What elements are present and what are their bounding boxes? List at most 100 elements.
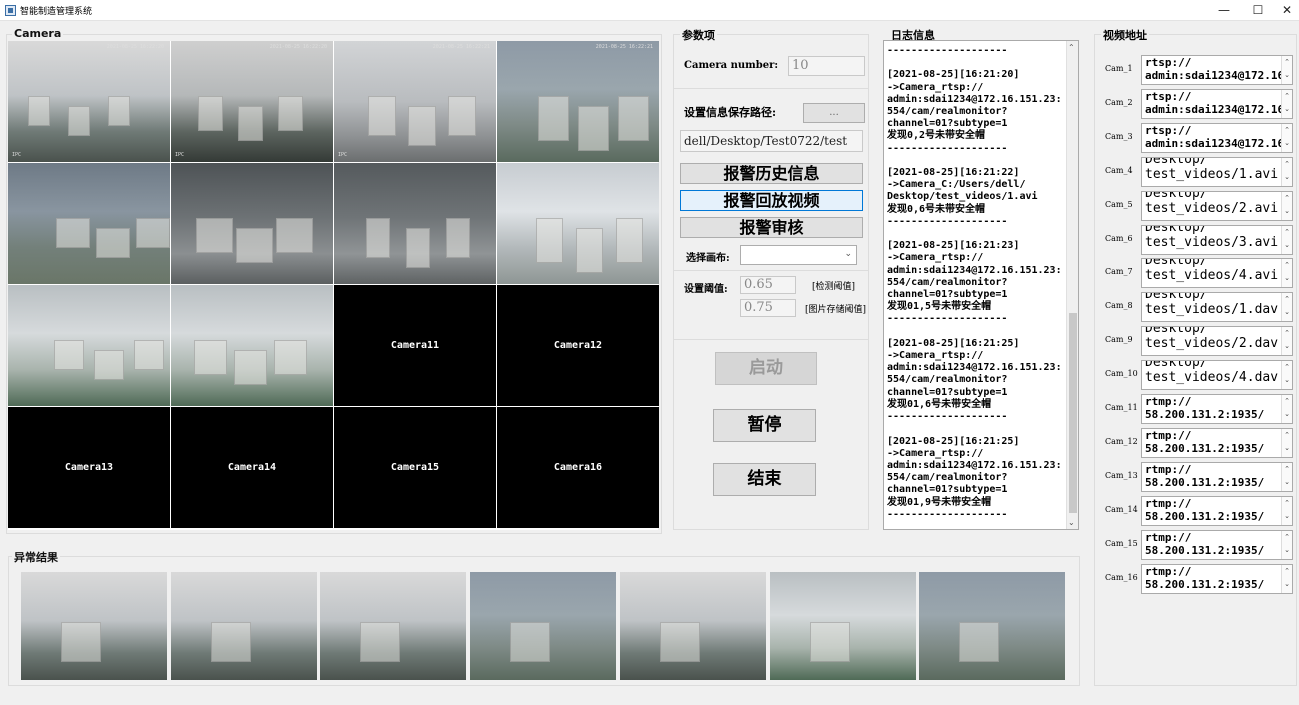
video-address-scrollbar[interactable]: ⌃ ⌄ — [1281, 56, 1292, 84]
scroll-down-icon[interactable]: ⌄ — [1284, 274, 1290, 282]
video-address-field[interactable]: rtmp:// 58.200.131.2:1935/⌃ ⌄ — [1141, 529, 1293, 560]
video-address-field[interactable]: Desktop/ test_videos/3.avi ⌃ ⌄ — [1141, 224, 1293, 255]
abnormal-thumbnail[interactable] — [619, 572, 766, 680]
video-address-field[interactable]: rtmp:// 58.200.131.2:1935/⌃ ⌄ — [1141, 563, 1293, 594]
video-address-scrollbar[interactable]: ⌃ ⌄ — [1281, 259, 1292, 288]
scroll-down-icon[interactable]: ⌄ — [1284, 207, 1290, 215]
video-address-field[interactable]: rtmp:// 58.200.131.2:1935/⌃ ⌄ — [1141, 461, 1293, 492]
scroll-down-icon[interactable]: ⌄ — [1284, 241, 1290, 249]
save-path-field[interactable]: dell/Desktop/Test0722/test — [680, 130, 863, 152]
threshold-save-field[interactable]: 0.75 — [740, 299, 796, 317]
log-panel[interactable]: -------------------- [2021-08-25][16:21:… — [883, 40, 1079, 530]
camera-number-field[interactable]: 10 — [788, 56, 865, 76]
scroll-down-icon[interactable]: ⌄ — [1284, 139, 1290, 147]
video-address-field[interactable]: Desktop/ test_videos/1.dav ⌃ ⌄ — [1141, 292, 1293, 323]
scroll-up-icon[interactable]: ⌃ — [1284, 567, 1290, 575]
video-address-field[interactable]: Desktop/ test_videos/4.dav ⌃ ⌄ — [1141, 360, 1293, 391]
maximize-button[interactable]: ☐ — [1243, 0, 1273, 20]
abnormal-thumbnail[interactable] — [320, 572, 467, 680]
video-address-scrollbar[interactable]: ⌃ ⌄ — [1281, 225, 1292, 254]
camera-feed[interactable] — [8, 163, 170, 284]
scroll-down-icon[interactable]: ⌄ — [1284, 105, 1290, 113]
scroll-down-icon[interactable]: ⌄ — [1284, 580, 1290, 588]
scroll-up-icon[interactable]: ⌃ — [1284, 465, 1290, 473]
abnormal-thumbnail[interactable] — [769, 572, 916, 680]
video-address-field[interactable]: rtsp:// admin:sdai1234@172.16 ⌃ ⌄ — [1141, 122, 1293, 153]
camera-feed[interactable]: 2021-08-25 16:22:20 IPC — [8, 41, 170, 162]
scroll-thumb[interactable] — [1069, 313, 1077, 513]
video-address-scrollbar[interactable]: ⌃ ⌄ — [1281, 191, 1292, 220]
scroll-up-icon[interactable]: ⌃ — [1284, 228, 1290, 236]
scroll-up-icon[interactable]: ⌃ — [1284, 261, 1290, 269]
scroll-down-icon[interactable]: ⌄ — [1284, 546, 1290, 554]
canvas-select[interactable]: ⌄ — [740, 245, 857, 265]
pause-button[interactable]: 暂停 — [713, 409, 816, 442]
camera-empty-slot[interactable]: Camera13 — [8, 407, 170, 528]
video-address-scrollbar[interactable]: ⌃ ⌄ — [1281, 293, 1292, 322]
scroll-up-icon[interactable]: ⌃ — [1284, 363, 1290, 371]
scroll-down-icon[interactable]: ⌄ — [1284, 308, 1290, 316]
video-address-scrollbar[interactable]: ⌃ ⌄ — [1281, 428, 1292, 457]
alarm-playback-button[interactable]: 报警回放视频 — [680, 190, 863, 211]
video-address-scrollbar[interactable]: ⌃ ⌄ — [1281, 530, 1292, 559]
log-scrollbar[interactable]: ⌃ ⌄ — [1066, 41, 1078, 529]
scroll-up-icon[interactable]: ⌃ — [1068, 43, 1075, 52]
video-address-scrollbar[interactable]: ⌃ ⌄ — [1281, 157, 1292, 186]
video-address-field[interactable]: rtmp:// 58.200.131.2:1935/⌃ ⌄ — [1141, 427, 1293, 458]
scroll-down-icon[interactable]: ⌄ — [1284, 512, 1290, 520]
abnormal-thumbnail[interactable] — [919, 572, 1066, 680]
scroll-up-icon[interactable]: ⌃ — [1284, 499, 1290, 507]
camera-feed[interactable] — [334, 163, 496, 284]
camera-feed[interactable]: 2021-08-25 16:22:21 — [497, 41, 659, 162]
camera-empty-slot[interactable]: Camera11 — [334, 285, 496, 406]
scroll-up-icon[interactable]: ⌃ — [1284, 431, 1290, 439]
video-address-scrollbar[interactable]: ⌃ ⌄ — [1281, 462, 1292, 491]
scroll-up-icon[interactable]: ⌃ — [1284, 58, 1290, 66]
video-address-field[interactable]: rtmp:// 58.200.131.2:1935/⌃ ⌄ — [1141, 394, 1293, 424]
video-address-field[interactable]: rtsp:// admin:sdai1234@172.16 ⌃ ⌄ — [1141, 88, 1293, 119]
video-address-field[interactable]: Desktop/ test_videos/2.dav ⌃ ⌄ — [1141, 326, 1293, 357]
video-address-field[interactable]: Desktop/ test_videos/4.avi ⌃ ⌄ — [1141, 258, 1293, 289]
camera-feed[interactable] — [8, 285, 170, 406]
scroll-up-icon[interactable]: ⌃ — [1284, 194, 1290, 202]
video-address-scrollbar[interactable]: ⌃ ⌄ — [1281, 395, 1292, 423]
scroll-up-icon[interactable]: ⌃ — [1284, 329, 1290, 337]
abnormal-thumbnail[interactable] — [470, 572, 617, 680]
video-address-field[interactable]: Desktop/ test_videos/2.avi ⌃ ⌄ — [1141, 190, 1293, 221]
video-address-scrollbar[interactable]: ⌃ ⌄ — [1281, 327, 1292, 356]
camera-feed[interactable] — [171, 163, 333, 284]
scroll-down-icon[interactable]: ⌄ — [1284, 376, 1290, 384]
video-address-scrollbar[interactable]: ⌃ ⌄ — [1281, 361, 1292, 390]
scroll-up-icon[interactable]: ⌃ — [1284, 92, 1290, 100]
video-address-field[interactable]: rtmp:// 58.200.131.2:1935/⌃ ⌄ — [1141, 495, 1293, 526]
close-button[interactable]: ✕ — [1272, 0, 1299, 20]
camera-empty-slot[interactable]: Camera12 — [497, 285, 659, 406]
camera-feed[interactable] — [171, 285, 333, 406]
camera-feed[interactable]: 2021-08-25 16:22:20 IPC — [171, 41, 333, 162]
minimize-button[interactable]: — — [1209, 0, 1239, 20]
scroll-down-icon[interactable]: ⌄ — [1068, 518, 1075, 527]
scroll-down-icon[interactable]: ⌄ — [1284, 71, 1290, 79]
video-address-scrollbar[interactable]: ⌃ ⌄ — [1281, 496, 1292, 525]
scroll-up-icon[interactable]: ⌃ — [1284, 533, 1290, 541]
abnormal-thumbnail[interactable] — [170, 572, 317, 680]
alarm-history-button[interactable]: 报警历史信息 — [680, 163, 863, 184]
camera-empty-slot[interactable]: Camera16 — [497, 407, 659, 528]
camera-empty-slot[interactable]: Camera14 — [171, 407, 333, 528]
scroll-down-icon[interactable]: ⌄ — [1284, 444, 1290, 452]
abnormal-thumbnail[interactable] — [21, 572, 167, 680]
video-address-scrollbar[interactable]: ⌃ ⌄ — [1281, 564, 1292, 593]
video-address-scrollbar[interactable]: ⌃ ⌄ — [1281, 89, 1292, 118]
scroll-up-icon[interactable]: ⌃ — [1284, 160, 1290, 168]
video-address-field[interactable]: Desktop/ test_videos/1.avi ⌃ ⌄ — [1141, 156, 1293, 187]
scroll-up-icon[interactable]: ⌃ — [1284, 295, 1290, 303]
camera-feed[interactable]: 2021-08-25 16:22:21 IPC — [334, 41, 496, 162]
scroll-down-icon[interactable]: ⌄ — [1284, 342, 1290, 350]
scroll-up-icon[interactable]: ⌃ — [1284, 397, 1290, 405]
scroll-down-icon[interactable]: ⌄ — [1284, 173, 1290, 181]
scroll-down-icon[interactable]: ⌄ — [1284, 410, 1290, 418]
scroll-down-icon[interactable]: ⌄ — [1284, 478, 1290, 486]
scroll-up-icon[interactable]: ⌃ — [1284, 126, 1290, 134]
end-button[interactable]: 结束 — [713, 463, 816, 496]
alarm-review-button[interactable]: 报警审核 — [680, 217, 863, 238]
